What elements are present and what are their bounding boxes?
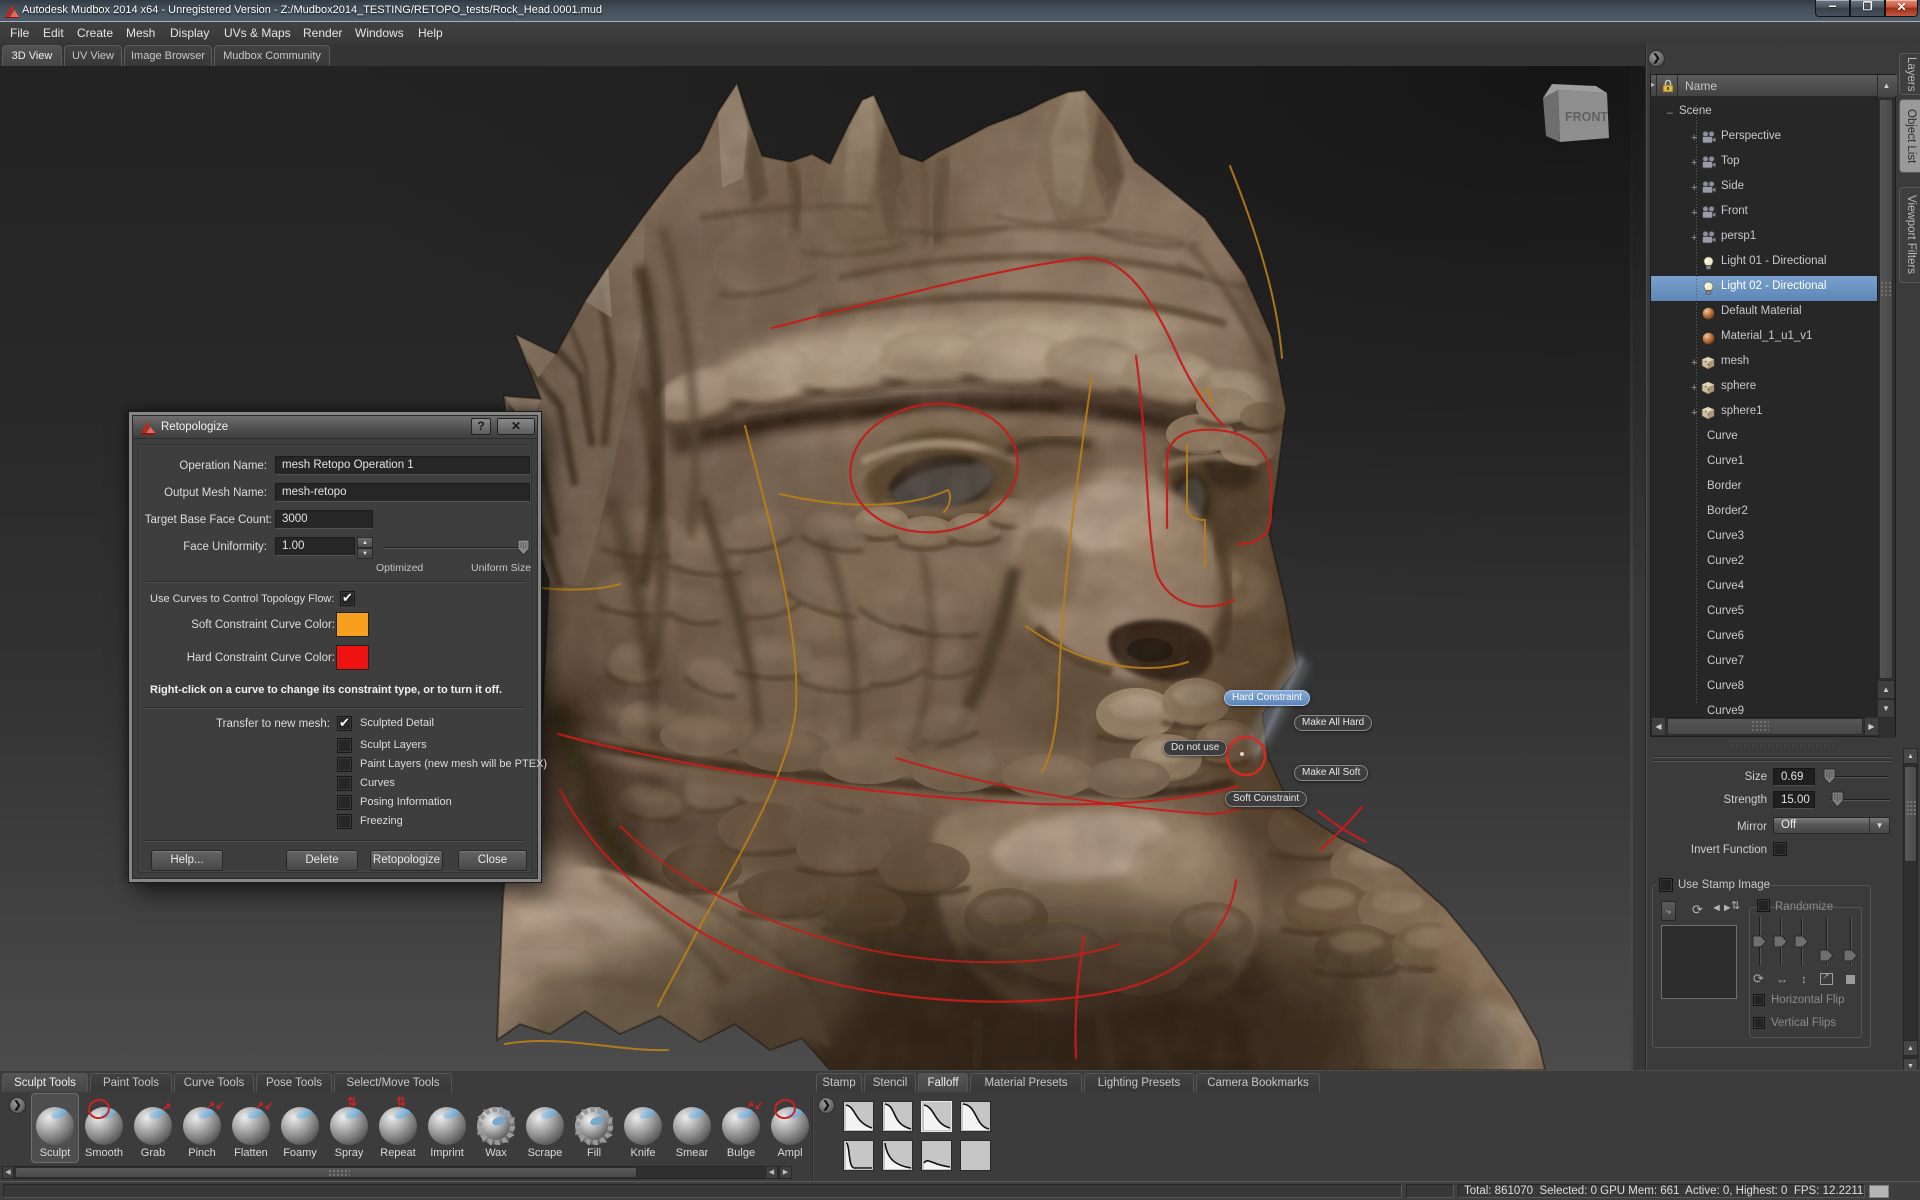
svg-text:FRONT: FRONT: [1565, 110, 1608, 124]
